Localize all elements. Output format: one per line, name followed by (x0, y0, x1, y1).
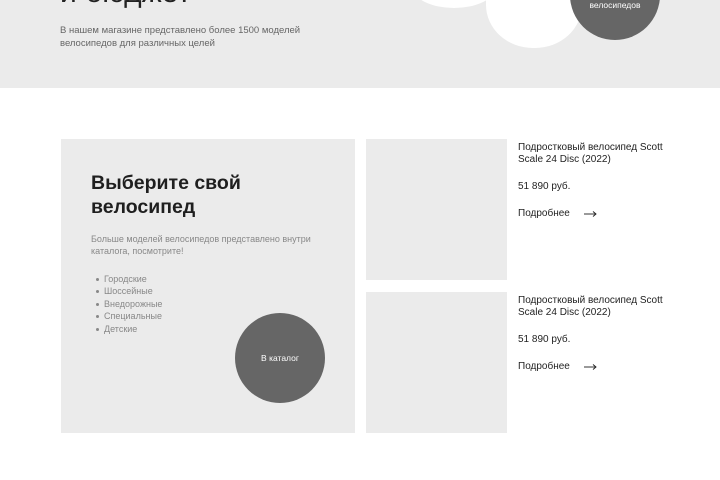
arrow-right-icon (583, 211, 597, 217)
product-image[interactable] (366, 139, 507, 280)
product-price: 51 890 руб. (518, 334, 571, 345)
more-link-label: Подробнее (518, 208, 570, 219)
hero-circle-button[interactable]: велосипедов (570, 0, 660, 40)
more-link[interactable]: Подробнее (518, 361, 668, 373)
catalog-card: Выберите свой велосипед Больше моделей в… (61, 139, 355, 433)
hero-decor-shape (414, 0, 494, 8)
category-item[interactable]: Шоссейные (91, 285, 162, 297)
category-item[interactable]: Внедорожные (91, 298, 162, 310)
product-card: Подростковый велосипед Scott Scale 24 Di… (518, 295, 668, 373)
catalog-title: Выберите свой велосипед (91, 172, 241, 218)
catalog-button[interactable]: В каталог (235, 313, 325, 403)
catalog-description: Больше моделей велосипедов представлено … (91, 234, 311, 256)
product-price: 51 890 руб. (518, 181, 571, 192)
product-name[interactable]: Подростковый велосипед Scott Scale 24 Di… (518, 295, 668, 319)
more-link[interactable]: Подробнее (518, 208, 668, 220)
category-item[interactable]: Городские (91, 273, 162, 285)
hero-description: В нашем магазине представлено более 1500… (60, 25, 301, 49)
product-image[interactable] (366, 292, 507, 433)
hero-decor-shape (486, 0, 582, 48)
arrow-right-icon (583, 364, 597, 370)
category-item[interactable]: Специальные (91, 310, 162, 322)
hero-circle-label: велосипедов (589, 0, 641, 10)
category-list: Городские Шоссейные Внедорожные Специаль… (91, 273, 162, 335)
product-card: Подростковый велосипед Scott Scale 24 Di… (518, 142, 668, 220)
more-link-label: Подробнее (518, 361, 570, 372)
category-item[interactable]: Детские (91, 323, 162, 335)
hero-title: и бюджет (60, 0, 191, 8)
product-name[interactable]: Подростковый велосипед Scott Scale 24 Di… (518, 142, 668, 166)
hero-section: и бюджет В нашем магазине представлено б… (0, 0, 720, 88)
